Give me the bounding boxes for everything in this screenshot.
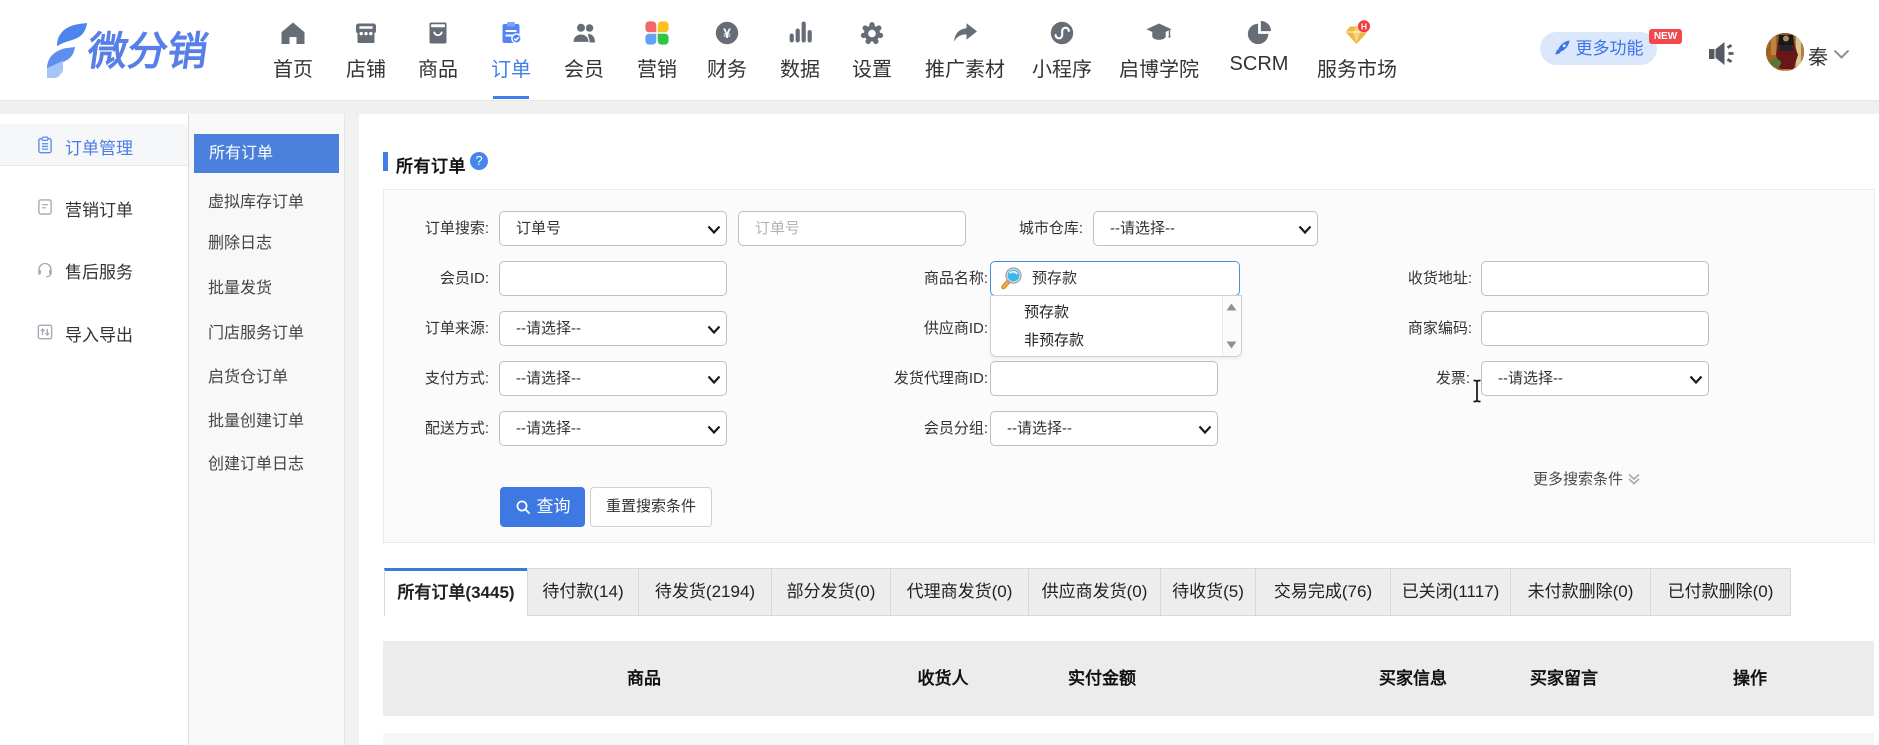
svg-text:¥: ¥ [723,25,731,41]
svg-text:H: H [1361,21,1367,31]
svg-text:微分销: 微分销 [84,29,209,74]
